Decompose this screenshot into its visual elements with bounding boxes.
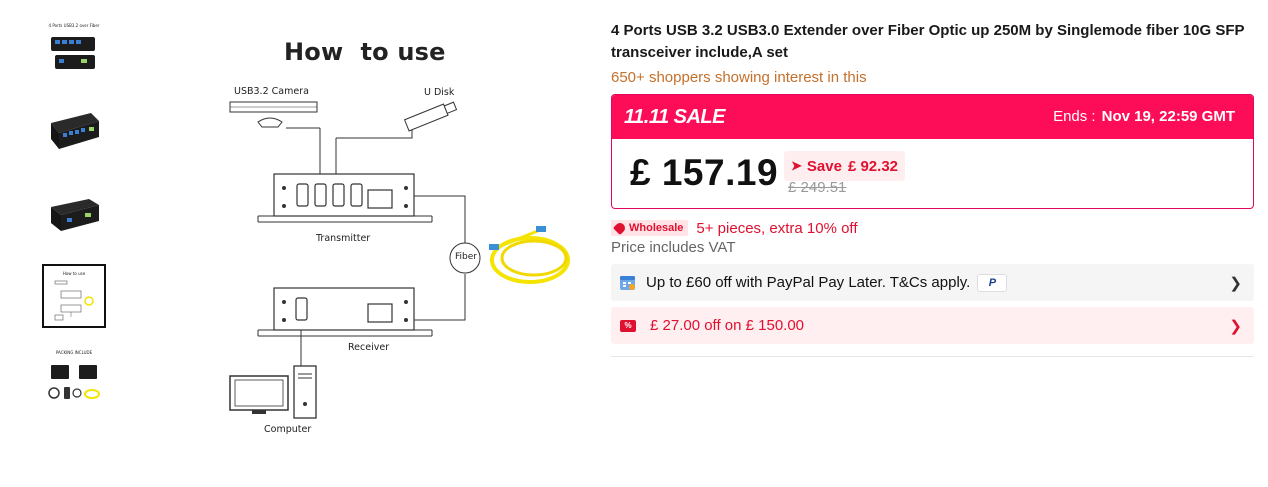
device-image: [51, 37, 95, 69]
device-image: [51, 113, 99, 149]
original-price: £ 249.51: [788, 179, 847, 196]
interest-text: 650+ shoppers showing interest in this: [611, 69, 867, 86]
label-receiver: Receiver: [348, 342, 390, 353]
thumb-product-side[interactable]: [42, 182, 106, 246]
thumb-caption: How to use: [62, 271, 86, 276]
save-badge: ➤ Save £ 92.32: [784, 151, 905, 181]
vat-note: Price includes VAT: [611, 239, 736, 256]
price-box: 11.11 SALE Ends : Nov 19, 22:59 GMT £ 157…: [611, 94, 1254, 209]
wholesale-row: Wholesale 5+ pieces, extra 10% off: [611, 219, 1254, 237]
main-product-image[interactable]: How to use USB3.2 Camera U Disk Transmit…: [200, 18, 590, 458]
sale-ends: Ends : Nov 19, 22:59 GMT: [1053, 108, 1235, 125]
thumb-product-front[interactable]: 4 Ports USB3.2 over Fiber: [42, 18, 106, 82]
sale-logo: 11.11 SALE: [624, 106, 725, 128]
paypal-icon: P: [977, 273, 1008, 292]
device-image: [51, 199, 99, 231]
save-label: Save: [806, 157, 842, 175]
divider: [611, 356, 1254, 357]
label-camera: USB3.2 Camera: [234, 86, 309, 97]
thumb-how-to-use[interactable]: How to use: [42, 264, 106, 328]
wholesale-badge: Wholesale: [611, 220, 689, 236]
label-transmitter: Transmitter: [316, 233, 371, 244]
tag-icon: [612, 220, 628, 236]
packing-image: [48, 365, 100, 399]
label-udisk: U Disk: [424, 87, 455, 98]
calendar-icon: [620, 276, 635, 290]
ends-label: Ends :: [1053, 108, 1096, 125]
thumb-product-angle[interactable]: [42, 100, 106, 164]
product-info: 4 Ports USB 3.2 USB3.0 Extender over Fib…: [611, 20, 1254, 357]
wholesale-text: 5+ pieces, extra 10% off: [696, 219, 858, 237]
sale-bar: 11.11 SALE Ends : Nov 19, 22:59 GMT: [612, 95, 1253, 139]
coupon-text: £ 27.00 off on £ 150.00: [650, 317, 805, 334]
coupon-icon: %: [620, 319, 636, 332]
save-amount: £ 92.32: [847, 157, 898, 175]
label-computer: Computer: [264, 424, 312, 435]
paypal-offer-row[interactable]: Up to £60 off with PayPal Pay Later. T&C…: [611, 264, 1254, 301]
arrow-down-icon: ➤: [791, 158, 802, 173]
wholesale-badge-label: Wholesale: [629, 222, 684, 234]
chevron-right-icon: ❯: [1229, 275, 1242, 292]
diagram-image: [54, 280, 94, 321]
thumb-packing[interactable]: PACKING INCLUDE: [42, 346, 106, 410]
chevron-right-icon: ❯: [1229, 318, 1242, 335]
thumb-caption: PACKING INCLUDE: [55, 350, 93, 355]
thumb-caption: 4 Ports USB3.2 over Fiber: [48, 23, 100, 28]
label-fiber: Fiber: [455, 252, 477, 262]
how-to-use-diagram: [229, 101, 570, 419]
paypal-offer-text: Up to £60 off with PayPal Pay Later. T&C…: [646, 274, 971, 291]
coupon-row[interactable]: % £ 27.00 off on £ 150.00 ❯: [611, 307, 1254, 344]
product-title: 4 Ports USB 3.2 USB3.0 Extender over Fib…: [611, 22, 1245, 61]
current-price: £ 157.19: [630, 152, 779, 193]
ends-value: Nov 19, 22:59 GMT: [1101, 108, 1235, 125]
